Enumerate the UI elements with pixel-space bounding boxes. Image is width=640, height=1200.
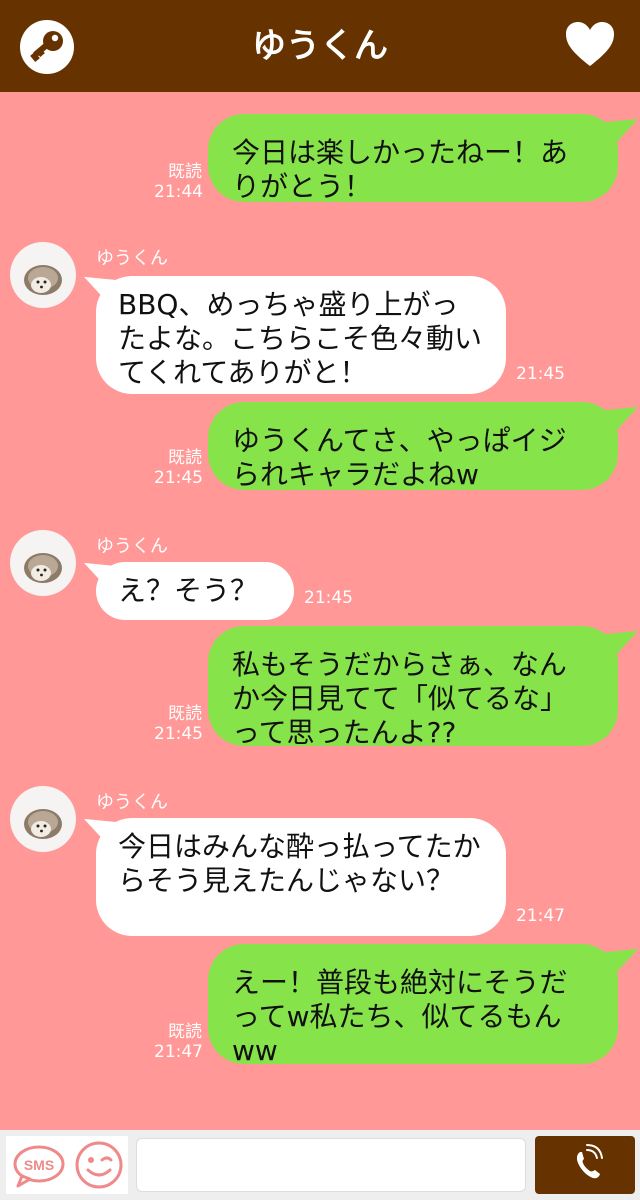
received-bubble: BBQ、めっちゃ盛り上がったよな。こちらこそ色々動いてくれてありがと！ bbox=[96, 276, 506, 394]
message-meta: 既読 21:44 bbox=[154, 162, 203, 202]
message-meta: 既読 21:45 bbox=[154, 448, 203, 488]
sent-bubble: ゆうくんてさ、やっぱイジられキャラだよねw bbox=[208, 402, 618, 491]
sender-name: ゆうくん bbox=[96, 248, 168, 269]
message-input[interactable] bbox=[136, 1138, 526, 1192]
message-text: BBQ、めっちゃ盛り上がったよな。こちらこそ色々動いてくれてありがと！ bbox=[118, 288, 483, 389]
message-time: 21:47 bbox=[154, 1042, 203, 1062]
received-bubble: え？そう？ bbox=[96, 562, 294, 620]
message-time: 21:45 bbox=[154, 724, 203, 744]
chat-header: ゆうくん bbox=[0, 0, 640, 92]
hedgehog-icon bbox=[24, 809, 62, 839]
message-text: 今日は楽しかったねー！ありがとう！ bbox=[232, 136, 569, 203]
received-bubble: 今日はみんな酔っ払ってたからそう見えたんじゃない？ bbox=[96, 818, 506, 936]
message-text: ゆうくんてさ、やっぱイジられキャラだよねw bbox=[232, 424, 567, 491]
sent-bubble: えー！普段も絶対にそうだってw私たち、似てるもんww bbox=[208, 944, 618, 1067]
message-time: 21:47 bbox=[516, 906, 565, 926]
icon-box: SMS bbox=[6, 1136, 128, 1194]
message-time: 21:44 bbox=[154, 182, 203, 202]
read-receipt: 既読 bbox=[168, 1022, 202, 1042]
avatar[interactable] bbox=[10, 242, 76, 308]
message-time: 21:45 bbox=[516, 364, 565, 384]
message-time: 21:45 bbox=[154, 468, 203, 488]
message-meta: 既読 21:47 bbox=[154, 1022, 203, 1062]
smile-icon[interactable] bbox=[74, 1140, 124, 1190]
avatar[interactable] bbox=[10, 786, 76, 852]
read-receipt: 既読 bbox=[168, 162, 202, 182]
avatar[interactable] bbox=[10, 530, 76, 596]
heart-icon[interactable] bbox=[564, 20, 616, 70]
message-text: 私もそうだからさぁ、なんか今日見てて「似てるな」って思ったんよ?? bbox=[232, 648, 569, 749]
read-receipt: 既読 bbox=[168, 704, 202, 724]
message-meta: 既読 21:45 bbox=[154, 704, 203, 744]
read-receipt: 既読 bbox=[168, 448, 202, 468]
input-bar: SMS bbox=[0, 1130, 640, 1200]
sms-label: SMS bbox=[24, 1157, 54, 1173]
sent-bubble: 今日は楽しかったねー！ありがとう！ bbox=[208, 114, 618, 203]
hedgehog-icon bbox=[24, 265, 62, 295]
phone-icon bbox=[576, 1144, 603, 1179]
sender-name: ゆうくん bbox=[96, 792, 168, 813]
call-button[interactable] bbox=[535, 1136, 635, 1194]
sent-bubble: 私もそうだからさぁ、なんか今日見てて「似てるな」って思ったんよ?? bbox=[208, 626, 618, 749]
message-text: え？そう？ bbox=[118, 574, 259, 607]
message-text: えー！普段も絶対にそうだってw私たち、似てるもんww bbox=[232, 966, 568, 1067]
sender-name: ゆうくん bbox=[96, 536, 168, 557]
message-time: 21:45 bbox=[304, 588, 353, 608]
message-text: 今日はみんな酔っ払ってたからそう見えたんじゃない？ bbox=[118, 830, 481, 897]
hedgehog-icon bbox=[24, 553, 62, 583]
chat-title: ゆうくん bbox=[252, 26, 388, 66]
sms-icon[interactable]: SMS bbox=[12, 1144, 66, 1188]
chat-area[interactable]: 今日は楽しかったねー！ありがとう！ 既読 21:44 ゆうくん BBQ、めっちゃ… bbox=[0, 92, 640, 1130]
